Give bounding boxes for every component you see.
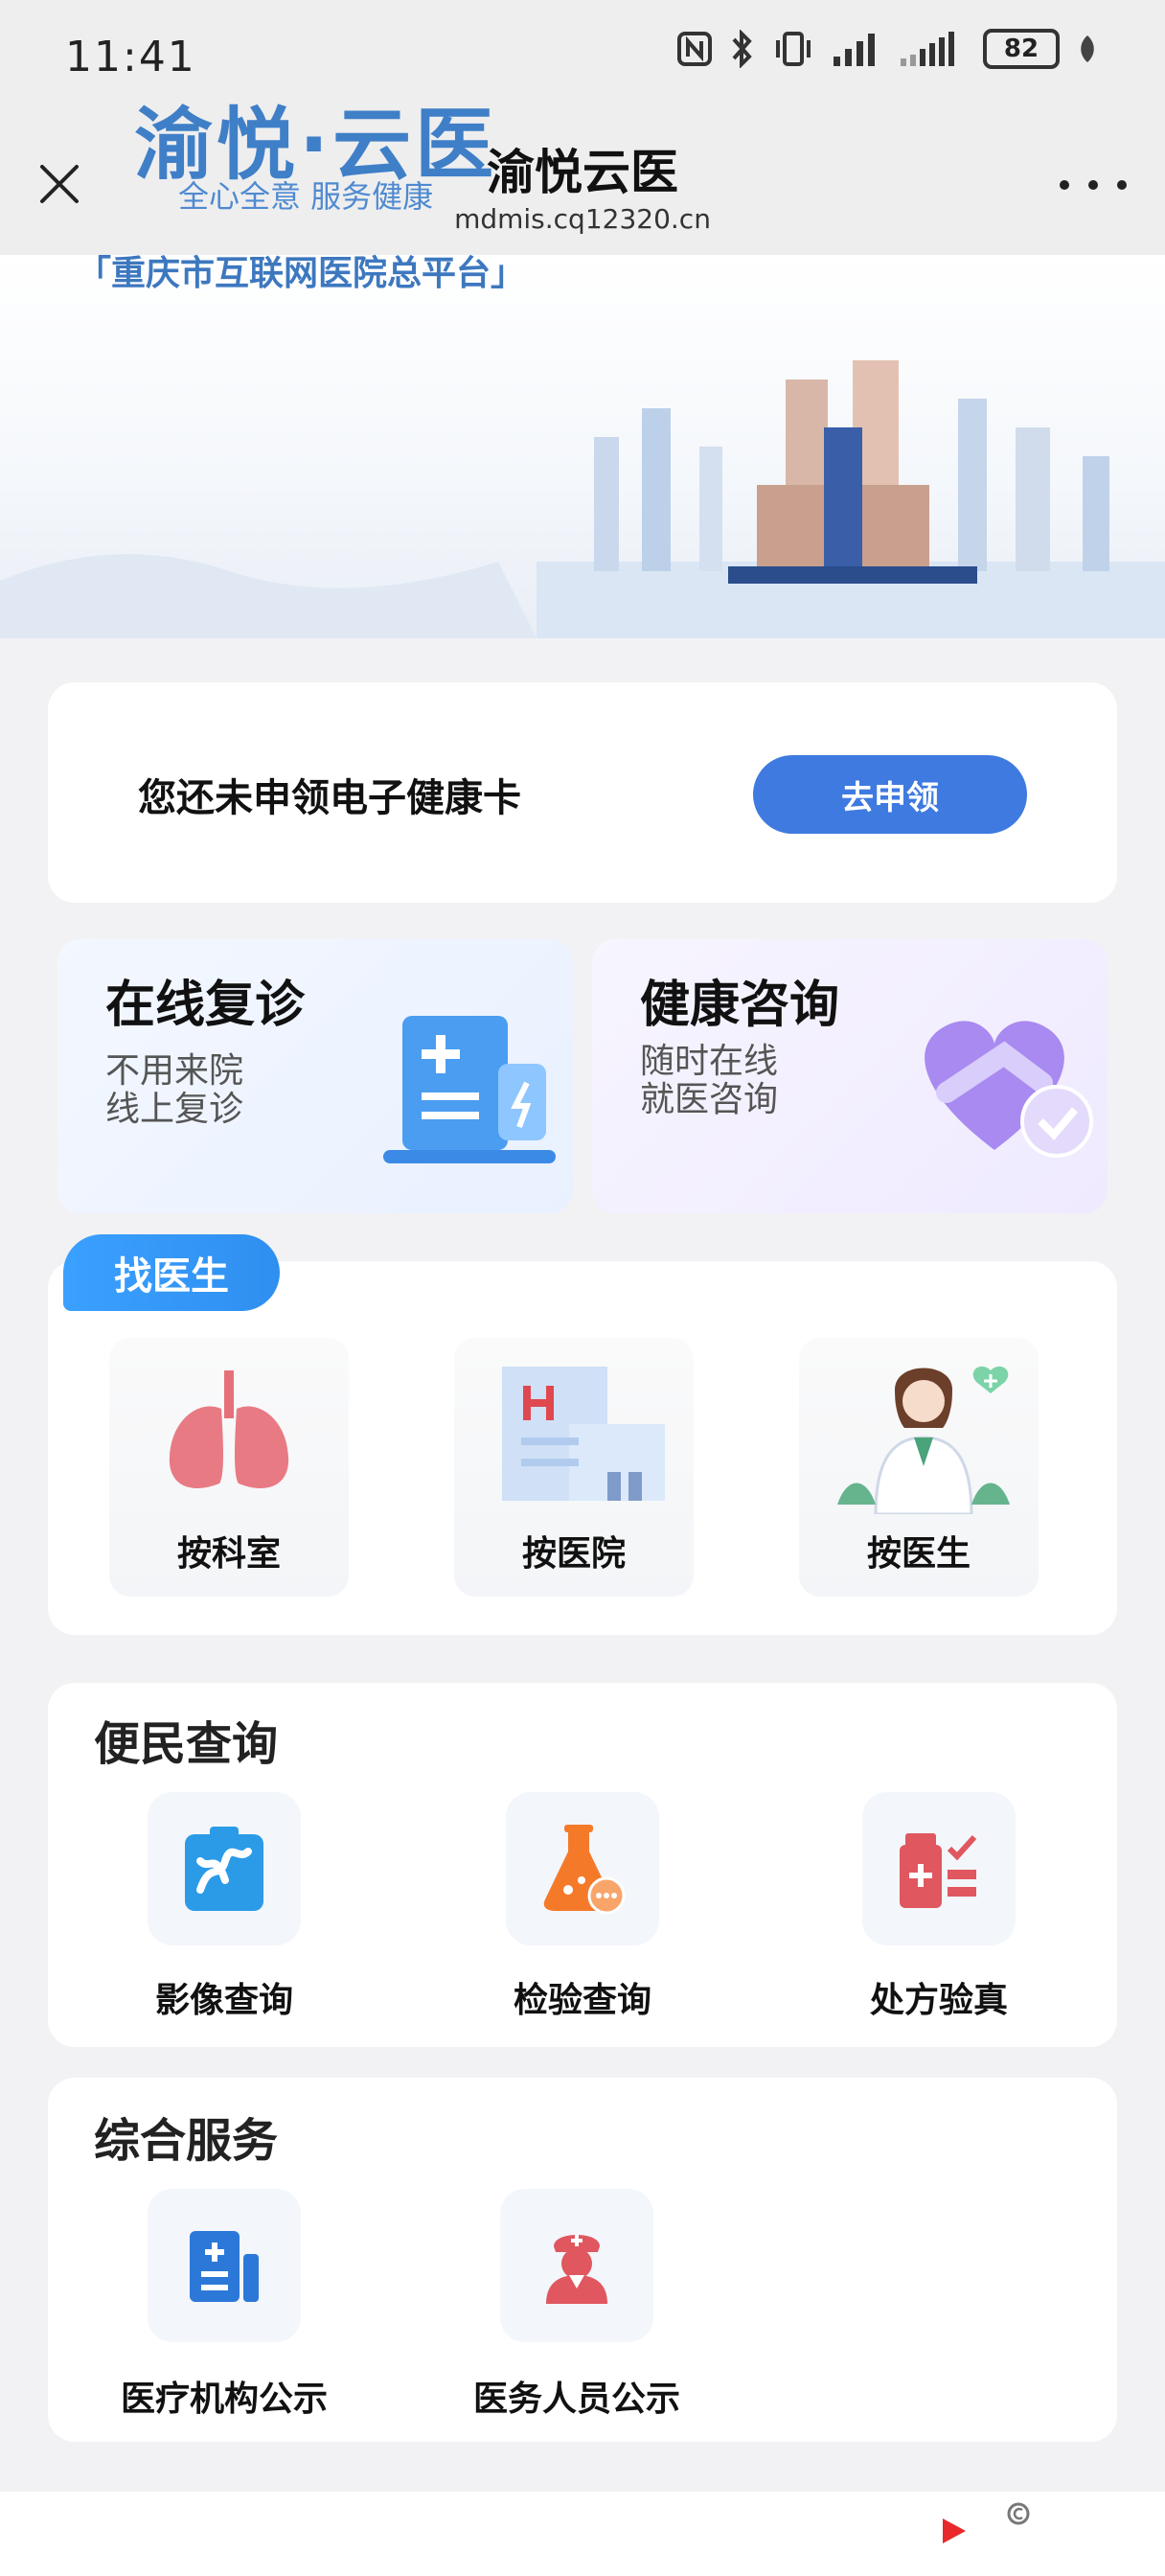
medical-institution-notice-label: 医疗机构公示	[120, 2380, 328, 2419]
brand-slogan: 全心全意 服务健康	[178, 178, 434, 215]
mountain-illustration	[0, 554, 537, 638]
convenience-query-title: 便民查询	[94, 1717, 279, 1771]
status-time: 11:41	[65, 33, 196, 81]
more-icon	[1060, 180, 1069, 190]
comprehensive-services-title: 综合服务	[94, 2114, 279, 2168]
medical-record-icon	[383, 1016, 556, 1163]
medical-staff-icon-box	[500, 2189, 653, 2342]
medical-staff-notice-button[interactable]	[500, 2189, 653, 2342]
lungs-icon	[169, 1370, 289, 1488]
imaging-query-label: 影像查询	[154, 1981, 293, 2020]
vibrate-icon	[776, 32, 811, 66]
by-department-button[interactable]: 按科室	[109, 1338, 349, 1597]
by-hospital-button[interactable]: 按医院	[454, 1338, 694, 1597]
imaging-icon	[185, 1827, 263, 1911]
nurse-icon	[546, 2235, 607, 2304]
prescription-icon	[900, 1833, 977, 1908]
by-doctor-label: 按医生	[866, 1534, 971, 1574]
nfc-icon	[677, 32, 712, 66]
page-url: mdmis.cq12320.cn	[454, 203, 711, 235]
institution-document-icon	[190, 2231, 259, 2302]
health-consult-sub2: 就医咨询	[640, 1080, 779, 1119]
bluetooth-icon	[732, 30, 752, 68]
lab-query-label: 检验查询	[513, 1981, 651, 2020]
prescription-verify-button[interactable]	[862, 1792, 1016, 1945]
leaf-icon	[1081, 35, 1094, 62]
medical-staff-notice-label: 医务人员公示	[472, 2380, 680, 2419]
more-icon-dot	[1117, 180, 1127, 190]
imaging-query-button[interactable]	[148, 1792, 301, 1945]
more-button[interactable]	[1060, 171, 1127, 199]
health-consult-sub1: 随时在线	[640, 1042, 779, 1081]
medical-institution-notice-button[interactable]	[148, 2189, 301, 2342]
handshake-heart-icon	[925, 1021, 1093, 1158]
bottom-toolbar	[0, 2492, 1165, 2576]
doctor-avatar-icon	[837, 1366, 1010, 1514]
signal-icon-1	[834, 34, 875, 66]
imaging-query-icon-box	[148, 1792, 301, 1945]
platform-label: 「重庆市互联网医院总平台」	[77, 254, 526, 293]
prescription-verify-icon-box	[862, 1792, 1016, 1945]
medical-institution-icon-box	[148, 2189, 301, 2342]
online-revisit-sub1: 不用来院	[105, 1051, 244, 1091]
play-icon[interactable]	[939, 2517, 968, 2545]
online-revisit-title: 在线复诊	[105, 977, 306, 1034]
apply-health-card-button[interactable]: 去申领	[753, 755, 1027, 834]
by-department-label: 按科室	[176, 1534, 281, 1574]
health-card-text: 您还未申领电子健康卡	[138, 776, 521, 820]
battery-indicator: 82	[983, 29, 1060, 69]
copyright-icon	[1007, 2502, 1030, 2525]
health-consult-title: 健康咨询	[640, 977, 840, 1034]
signal-icon-2	[901, 32, 954, 66]
hero-banner	[0, 255, 1165, 638]
status-icons: 82	[676, 29, 1098, 69]
more-icon-dot	[1088, 180, 1098, 190]
by-doctor-button[interactable]: 按医生	[799, 1338, 1039, 1597]
flask-icon	[543, 1825, 626, 1915]
find-doctor-tab[interactable]: 找医生	[63, 1234, 280, 1311]
health-consult-card[interactable]: 健康咨询 随时在线 就医咨询	[592, 939, 1108, 1213]
online-revisit-sub2: 线上复诊	[105, 1090, 244, 1129]
prescription-verify-label: 处方验真	[869, 1981, 1008, 2020]
hospital-icon	[502, 1367, 665, 1501]
by-hospital-label: 按医院	[521, 1534, 626, 1574]
lab-query-icon-box	[506, 1792, 659, 1945]
lab-query-button[interactable]	[506, 1792, 659, 1945]
online-revisit-card[interactable]: 在线复诊 不用来院 线上复诊	[57, 939, 573, 1213]
city-skyline-illustration	[537, 360, 1165, 638]
